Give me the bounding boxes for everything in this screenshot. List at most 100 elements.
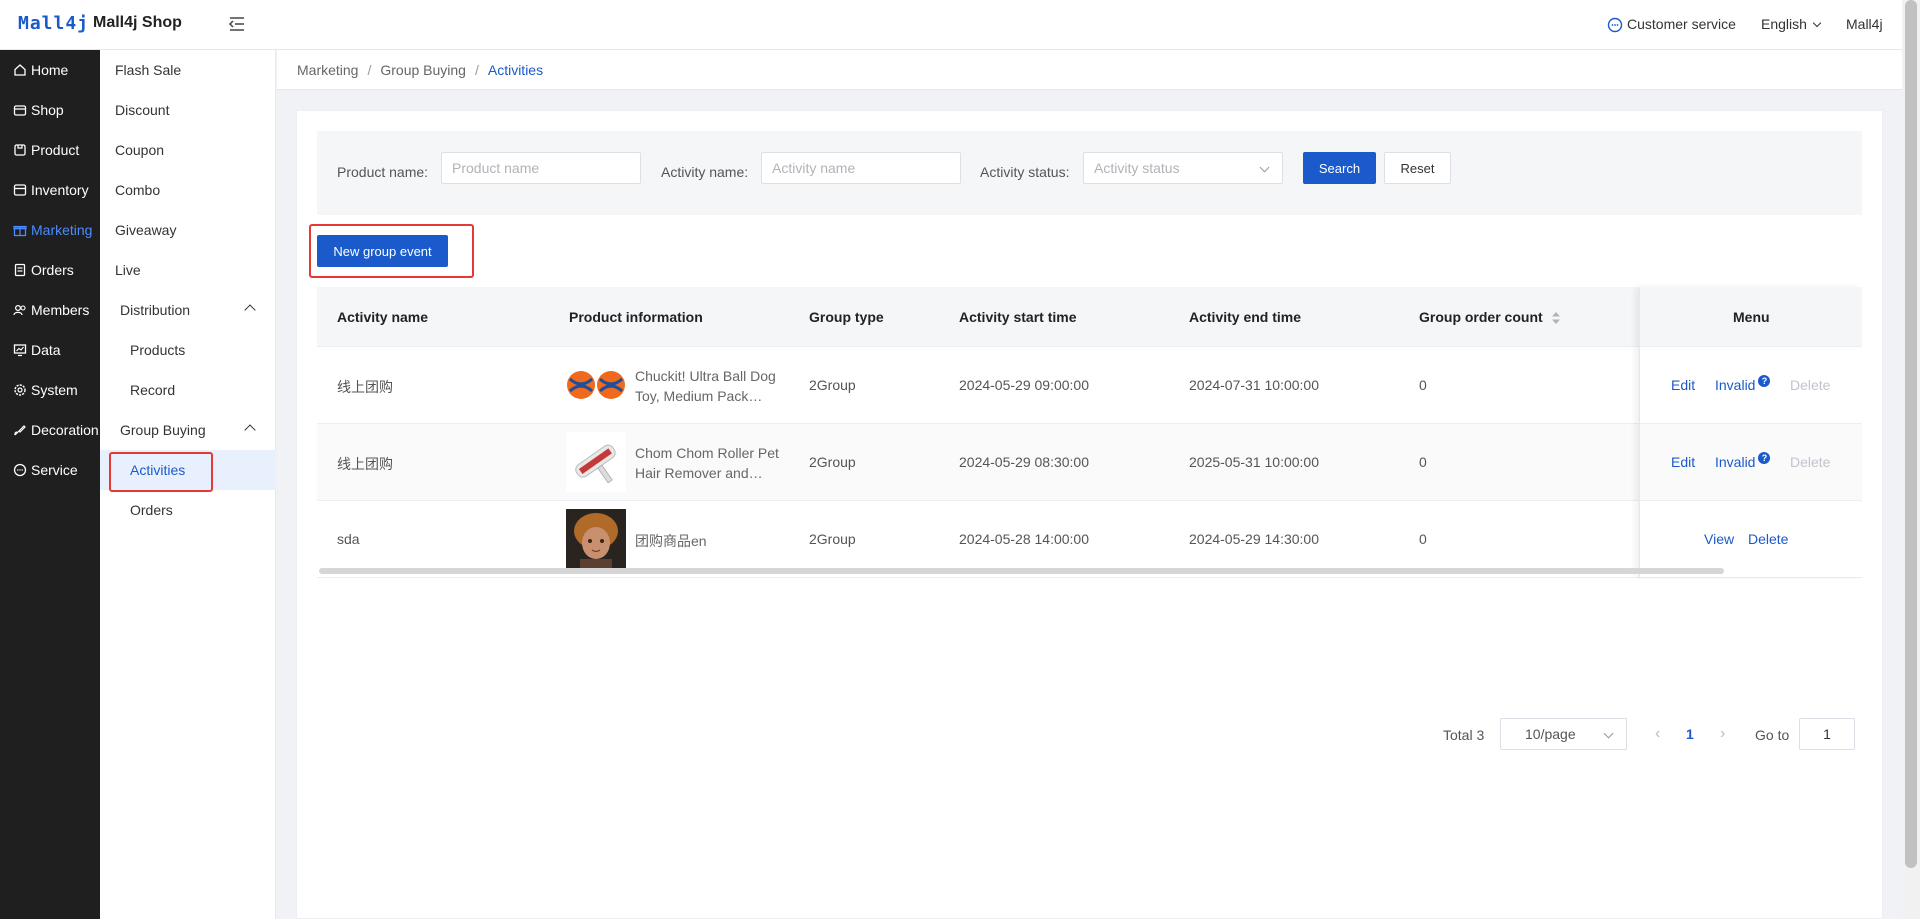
sidebar-item-label: System (31, 382, 78, 398)
column-header-sortable[interactable]: Group order count (1419, 309, 1561, 325)
language-select[interactable]: English (1761, 16, 1822, 32)
order-count-cell: 0 (1419, 377, 1427, 393)
chevron-up-icon (244, 304, 256, 316)
breadcrumb-item[interactable]: Marketing (297, 62, 358, 78)
activity-name-input[interactable] (761, 152, 961, 184)
sidebar-item-decoration[interactable]: Decoration (0, 410, 100, 450)
activity-name-label: Activity name: (661, 164, 749, 180)
page-size-select[interactable]: 10/page (1500, 718, 1627, 750)
sidebar-item-orders[interactable]: Orders (0, 250, 100, 290)
main-card: Product name: Activity name: Activity st… (296, 110, 1883, 919)
product-name-label: Product name: (337, 164, 429, 180)
prev-page-icon[interactable]: ‹ (1655, 725, 1660, 743)
sidebar-item-home[interactable]: Home (0, 50, 100, 90)
column-header: Menu (1733, 309, 1770, 325)
table-row: sda 团购商品en 2Group 2024-05-28 14:00:00 20… (317, 501, 1862, 578)
end-time-cell: 2024-05-29 14:30:00 (1189, 531, 1319, 547)
chevron-down-icon (1812, 18, 1822, 28)
logo[interactable]: Mall4j (18, 13, 89, 34)
subnav-coupon[interactable]: Coupon (100, 130, 276, 170)
start-time-cell: 2024-05-29 08:30:00 (959, 454, 1089, 470)
subnav-discount[interactable]: Discount (100, 90, 276, 130)
subnav-distribution[interactable]: Distribution (100, 290, 276, 330)
group-type-cell: 2Group (809, 531, 856, 547)
group-type-cell: 2Group (809, 454, 856, 470)
scrollbar-thumb[interactable] (1905, 0, 1917, 868)
chart-icon (12, 342, 28, 358)
breadcrumb-separator: / (367, 61, 372, 78)
home-icon (12, 62, 28, 78)
activities-table: Activity name Product information Group … (317, 287, 1862, 578)
pagination-total: Total 3 (1443, 727, 1485, 743)
subnav-combo[interactable]: Combo (100, 170, 276, 210)
sidebar-item-data[interactable]: Data (0, 330, 100, 370)
reset-button[interactable]: Reset (1384, 152, 1451, 184)
sidebar-item-label: Inventory (31, 182, 89, 198)
sidebar-item-service[interactable]: Service (0, 450, 100, 490)
start-time-cell: 2024-05-29 09:00:00 (959, 377, 1089, 393)
subnav-giveaway[interactable]: Giveaway (100, 210, 276, 250)
horizontal-scrollbar[interactable] (319, 568, 1724, 574)
product-info-cell: Chom Chom Roller Pet Hair Remover and… (635, 445, 779, 481)
breadcrumb-separator: / (474, 61, 479, 78)
search-button[interactable]: Search (1303, 152, 1376, 184)
product-icon (12, 142, 28, 158)
end-time-cell: 2024-07-31 10:00:00 (1189, 377, 1319, 393)
activity-name-cell: 线上团购 (337, 379, 393, 395)
product-info-cell: 团购商品en (635, 533, 707, 549)
chevron-down-icon (1603, 728, 1614, 739)
user-menu[interactable]: Mall4j (1846, 16, 1883, 32)
subnav-group-label: Distribution (120, 302, 191, 318)
activity-name-cell: 线上团购 (337, 456, 393, 472)
activity-name-cell: sda (337, 531, 360, 547)
sidebar-item-system[interactable]: System (0, 370, 100, 410)
inventory-icon (12, 182, 28, 198)
end-time-cell: 2025-05-31 10:00:00 (1189, 454, 1319, 470)
goto-label: Go to (1755, 727, 1790, 743)
product-name-input[interactable] (441, 152, 641, 184)
subnav-distribution-products[interactable]: Products (100, 330, 276, 370)
collapse-menu-icon[interactable] (227, 14, 247, 34)
sidebar-item-label: Orders (31, 262, 74, 278)
gear-icon (12, 382, 28, 398)
decoration-icon (12, 422, 28, 438)
ball-thumb (566, 355, 626, 415)
table-row: 线上团购 Chom Chom Roller Pet Hair Remover a… (317, 424, 1862, 501)
shop-icon (12, 102, 28, 118)
sidebar-item-members[interactable]: Members (0, 290, 100, 330)
subnav-live[interactable]: Live (100, 250, 276, 290)
next-page-icon[interactable]: › (1720, 725, 1725, 743)
subnav-group-buying[interactable]: Group Buying (100, 410, 276, 450)
sidebar-item-label: Shop (31, 102, 64, 118)
sidebar-item-marketing[interactable]: Marketing (0, 210, 100, 250)
column-header: Activity end time (1189, 309, 1302, 325)
page-size-value: 10/page (1525, 726, 1576, 742)
activity-status-select[interactable]: Activity status (1083, 152, 1283, 184)
customer-service-link[interactable]: Customer service (1627, 16, 1736, 32)
subnav-flash-sale[interactable]: Flash Sale (100, 50, 276, 90)
table-header: Activity name Product information Group … (317, 287, 1862, 347)
sidebar-item-product[interactable]: Product (0, 130, 100, 170)
product-info-cell: Chuckit! Ultra Ball Dog Toy, Medium Pack… (635, 368, 776, 404)
sidebar-item-inventory[interactable]: Inventory (0, 170, 100, 210)
column-header-label: Group order count (1419, 309, 1543, 325)
select-placeholder: Activity status (1094, 160, 1180, 176)
main-sidebar: Home Shop Product Inventory Marketing Or… (0, 50, 100, 919)
breadcrumb: Marketing / Group Buying / Activities (277, 50, 1902, 90)
sort-icon[interactable] (1551, 311, 1561, 325)
page-number[interactable]: 1 (1686, 726, 1694, 742)
order-count-cell: 0 (1419, 454, 1427, 470)
subnav-distribution-record[interactable]: Record (100, 370, 276, 410)
sidebar-item-label: Product (31, 142, 80, 158)
breadcrumb-item[interactable]: Group Buying (380, 62, 466, 78)
chat-icon (12, 462, 28, 478)
sidebar-item-shop[interactable]: Shop (0, 90, 100, 130)
members-icon (12, 302, 28, 318)
subnav-group-buying-orders[interactable]: Orders (100, 490, 276, 530)
table-row: 线上团购 Chuckit! Ultra Ball Dog Toy, Medium… (317, 347, 1862, 424)
customer-service-icon (1607, 17, 1623, 33)
goto-page-input[interactable] (1799, 718, 1855, 750)
sidebar-item-label: Members (31, 302, 90, 318)
filter-bar: Product name: Activity name: Activity st… (317, 131, 1862, 215)
portrait-thumb (566, 509, 626, 569)
